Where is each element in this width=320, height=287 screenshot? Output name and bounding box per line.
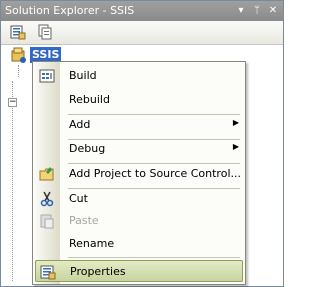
dropdown-icon[interactable]: ▾ [234, 4, 248, 18]
menu-item-label: Paste [69, 214, 99, 227]
menu-item-debug[interactable]: Debug ▶ [33, 138, 245, 160]
window-title: Solution Explorer - SSIS [5, 4, 135, 17]
paste-icon [39, 213, 55, 229]
solution-explorer-window: Solution Explorer - SSIS ▾ ᛘ ✕ SSIS − Bu… [0, 0, 284, 287]
menu-item-rename[interactable]: Rename [33, 233, 245, 255]
menu-item-build[interactable]: Build [33, 65, 245, 87]
submenu-arrow-icon: ▶ [232, 118, 239, 127]
menu-item-paste[interactable]: Paste [33, 210, 245, 232]
menu-item-label: Rename [69, 237, 115, 250]
properties-icon [40, 264, 56, 280]
collapse-toggle[interactable]: − [8, 98, 17, 107]
close-icon[interactable]: ✕ [266, 4, 280, 18]
menu-item-label: Cut [69, 192, 88, 205]
menu-item-label: Properties [70, 265, 126, 278]
menu-separator [68, 257, 240, 258]
context-menu: Build Rebuild Add ▶ Debug ▶ Add Project … [32, 61, 246, 285]
menu-item-rebuild[interactable]: Rebuild [33, 89, 245, 111]
build-icon [39, 68, 55, 84]
menu-item-cut[interactable]: Cut [33, 188, 245, 210]
source-control-icon [39, 166, 55, 182]
show-all-files-icon[interactable] [37, 24, 53, 40]
menu-item-label: Build [69, 69, 97, 82]
menu-item-add[interactable]: Add ▶ [33, 114, 245, 136]
title-bar: Solution Explorer - SSIS ▾ ᛘ ✕ [1, 1, 283, 21]
tree-line [18, 65, 19, 77]
properties-icon[interactable] [10, 24, 26, 40]
submenu-arrow-icon: ▶ [232, 142, 239, 151]
tree-line [12, 81, 13, 281]
menu-item-label: Debug [69, 142, 106, 155]
menu-item-label: Rebuild [69, 93, 110, 106]
menu-item-label: Add [69, 118, 91, 131]
scissors-icon [39, 191, 55, 207]
project-icon [11, 47, 27, 63]
menu-item-properties[interactable]: Properties [35, 260, 243, 282]
pin-icon[interactable]: ᛘ [250, 4, 264, 18]
menu-item-add-source-control[interactable]: Add Project to Source Control... [33, 163, 245, 185]
toolbar [1, 21, 283, 45]
menu-item-label: Add Project to Source Control... [69, 167, 241, 180]
